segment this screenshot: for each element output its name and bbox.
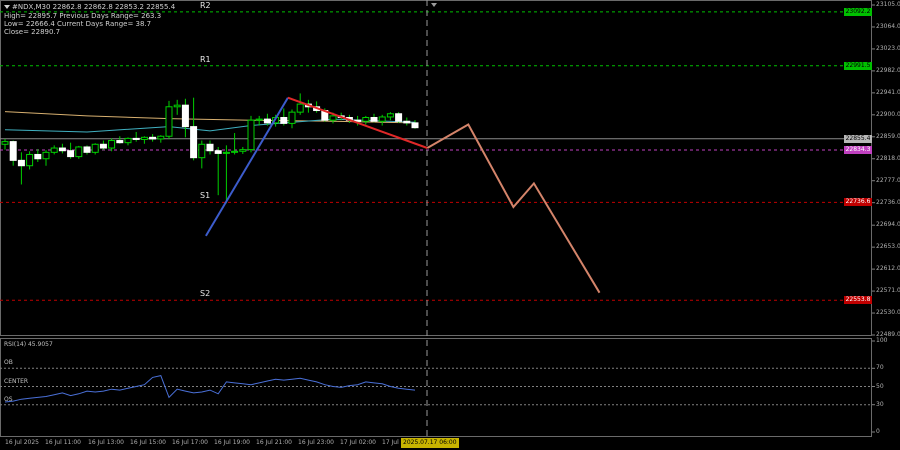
- time-tick-label: 16 Jul 15:00: [130, 439, 166, 446]
- candle-body: [132, 137, 140, 140]
- info-line-3: Close= 22890.7: [4, 28, 61, 36]
- candle-body: [26, 153, 34, 167]
- candle-body: [108, 140, 116, 149]
- time-tick-label: 16 Jul 2025: [5, 439, 39, 446]
- price-tick-label: 22982.0: [876, 66, 900, 74]
- candle-body: [329, 115, 337, 121]
- candle-body: [403, 120, 411, 124]
- candle-body: [378, 116, 386, 122]
- price-tick-label: 22818.0: [876, 154, 900, 162]
- time-tick-label: 16 Jul 19:00: [214, 439, 250, 446]
- candle-body: [280, 117, 288, 124]
- pivot-price-badge-r2: 23092.2: [844, 7, 872, 16]
- rsi-tick-label: 100: [876, 337, 888, 344]
- price-tick-label: 22571.0: [876, 287, 900, 295]
- info-line-2: Low= 22666.4 Current Days Range= 38.7: [4, 20, 152, 28]
- time-tick-label: 16 Jul 21:00: [256, 439, 292, 446]
- candle-body: [91, 143, 99, 153]
- pivot-label-r2: R2: [200, 0, 211, 10]
- pivot-price-badge-s2: 22553.8: [844, 296, 872, 305]
- info-line-1: High= 22895.7 Previous Days Range= 263.3: [4, 12, 162, 20]
- time-tick-label: 16 Jul 23:00: [298, 439, 334, 446]
- price-tick-label: 23105.0: [876, 1, 900, 8]
- price-tick-label: 23023.0: [876, 44, 900, 52]
- rsi-title: RSI(14) 45.9057: [4, 341, 53, 348]
- candle-body: [173, 104, 181, 108]
- time-tick-label: 17 Jul 02:00: [340, 439, 376, 446]
- time-tick-label: 16 Jul 11:00: [45, 439, 81, 446]
- rsi-level-label: OB: [4, 359, 13, 367]
- time-tick-label: 16 Jul 13:00: [88, 439, 124, 446]
- price-tick-label: 22694.0: [876, 221, 900, 229]
- candle-body: [206, 143, 214, 152]
- current-price-badge: 22855.4: [844, 134, 872, 143]
- candle-body: [247, 119, 255, 151]
- candle-body: [67, 150, 75, 158]
- crosshair-time-badge: 2025.07.17 06:00: [401, 438, 459, 448]
- candle-body: [288, 111, 296, 124]
- rsi-tick-label: 30: [876, 400, 884, 408]
- pivot-label-s2: S2: [200, 289, 211, 299]
- candle-body: [165, 106, 173, 137]
- rsi-tick-label: 70: [876, 364, 884, 372]
- price-chart: [0, 0, 875, 438]
- candle-body: [255, 118, 263, 121]
- time-tick-label: 17 Jul: [382, 439, 399, 446]
- candle-body: [75, 146, 83, 158]
- candle-body: [362, 117, 370, 122]
- purple-level-badge: 22834.3: [844, 146, 872, 155]
- candle-body: [395, 113, 403, 122]
- price-tick-label: 22530.0: [876, 309, 900, 317]
- candle-body: [34, 153, 42, 160]
- candle-body: [190, 126, 198, 159]
- price-tick-label: 22736.0: [876, 198, 900, 206]
- candle-body: [370, 117, 378, 122]
- candle-body: [58, 147, 66, 152]
- candle-body: [17, 159, 25, 167]
- pivot-price-badge-r1: 22991.5: [844, 61, 872, 70]
- candle-body: [83, 146, 91, 153]
- candle-body: [99, 143, 107, 149]
- rsi-level-label: CENTER: [4, 377, 29, 385]
- candle-body: [198, 143, 206, 159]
- candle-body: [140, 136, 148, 140]
- candle-body: [239, 149, 247, 152]
- pivot-label-s1: S1: [200, 191, 211, 201]
- candle-body: [181, 104, 189, 128]
- pivot-price-badge-s1: 22736.6: [844, 198, 872, 207]
- price-tick-label: 22941.0: [876, 88, 900, 96]
- candle-body: [1, 141, 9, 145]
- candle-body: [157, 135, 165, 140]
- price-tick-label: 22653.0: [876, 243, 900, 251]
- price-tick-label: 22612.0: [876, 265, 900, 273]
- rsi-tick-label: 0: [876, 428, 880, 435]
- candle-body: [296, 103, 304, 113]
- candle-body: [411, 122, 419, 129]
- crosshair-marker-icon: [431, 3, 437, 7]
- main-panel-frame: [0, 0, 872, 336]
- candle-body: [116, 140, 124, 144]
- candle-body: [9, 141, 17, 161]
- candle-body: [42, 151, 50, 160]
- candle-body: [222, 151, 230, 154]
- candle-body: [231, 150, 239, 153]
- candle-body: [149, 136, 157, 140]
- price-tick-label: 22777.0: [876, 176, 900, 184]
- dropdown-triangle-icon[interactable]: [4, 5, 10, 9]
- candle-body: [50, 147, 58, 153]
- candle-body: [386, 113, 394, 118]
- price-tick-label: 22900.0: [876, 110, 900, 118]
- rsi-tick-label: 50: [876, 382, 884, 390]
- rsi-line: [4, 375, 416, 403]
- pivot-label-r1: R1: [200, 54, 211, 64]
- price-tick-label: 22859.0: [876, 132, 900, 140]
- candle-body: [263, 118, 271, 124]
- projection-path: [426, 123, 601, 294]
- rsi-level-label: OS: [4, 395, 13, 403]
- candle-body: [124, 137, 132, 144]
- price-tick-label: 23064.0: [876, 22, 900, 30]
- symbol-header: #NDX,M30 22862.8 22862.8 22853.2 22855.4: [4, 3, 175, 11]
- candle-body: [214, 150, 222, 154]
- time-tick-label: 16 Jul 17:00: [172, 439, 208, 446]
